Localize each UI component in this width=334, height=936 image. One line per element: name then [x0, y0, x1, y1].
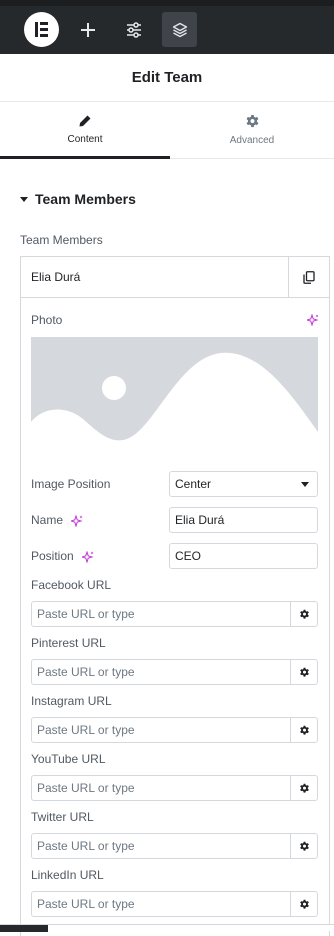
layers-icon	[172, 22, 187, 37]
ai-sparkle-icon[interactable]	[82, 550, 94, 563]
pinterest-url-options-button[interactable]	[290, 659, 318, 685]
image-position-label: Image Position	[31, 477, 111, 491]
twitter-url-label: Twitter URL	[31, 810, 94, 824]
panel-footer	[0, 924, 334, 932]
plus-icon	[80, 22, 95, 37]
repeater-label: Team Members	[20, 233, 103, 247]
position-value: CEO	[175, 549, 202, 563]
copy-icon	[303, 271, 315, 284]
pinterest-url-input[interactable]: Paste URL or type	[31, 659, 291, 685]
site-settings-button[interactable]	[116, 12, 151, 47]
instagram-url-options-button[interactable]	[290, 717, 318, 743]
linkedin-url-input[interactable]: Paste URL or type	[31, 891, 291, 917]
pencil-icon	[79, 115, 91, 127]
pinterest-url-label: Pinterest URL	[31, 636, 106, 650]
instagram-url-input[interactable]: Paste URL or type	[31, 717, 291, 743]
name-label-row: Name	[31, 513, 84, 527]
repeater-item-title: Elia Durá	[31, 270, 81, 284]
image-position-value: Center	[175, 477, 212, 491]
tab-advanced-label: Advanced	[229, 135, 275, 146]
team-members-repeater: Elia Durá Photo Image Position Center Na…	[20, 256, 330, 936]
ai-sparkle-icon[interactable]	[71, 514, 84, 527]
facebook-url-label: Facebook URL	[31, 578, 112, 592]
linkedin-url-label: LinkedIn URL	[31, 868, 104, 882]
sliders-icon	[126, 21, 141, 38]
gear-icon	[299, 841, 309, 851]
section-title: Team Members	[35, 191, 136, 207]
image-position-select[interactable]: Center	[169, 471, 318, 497]
facebook-url-input[interactable]: Paste URL or type	[31, 601, 291, 627]
gear-icon	[246, 114, 258, 128]
gear-icon	[299, 725, 309, 735]
chevron-down-icon	[301, 482, 309, 487]
gear-icon	[299, 783, 309, 793]
youtube-url-placeholder: Paste URL or type	[37, 781, 135, 795]
photo-label: Photo	[31, 313, 63, 327]
toolbar-top-strip	[0, 0, 334, 6]
gear-icon	[299, 609, 309, 619]
page-title: Edit Team	[131, 69, 203, 86]
duplicate-item-button[interactable]	[288, 257, 329, 298]
youtube-url-options-button[interactable]	[290, 775, 318, 801]
twitter-url-placeholder: Paste URL or type	[37, 839, 135, 853]
position-input[interactable]: CEO	[169, 543, 318, 569]
ai-sparkle-icon[interactable]	[307, 314, 319, 326]
name-value: Elia Durá	[175, 513, 225, 527]
instagram-url-placeholder: Paste URL or type	[37, 723, 135, 737]
facebook-url-placeholder: Paste URL or type	[37, 607, 135, 621]
position-label-row: Position	[31, 549, 94, 563]
panel-tabs: Content Advanced	[0, 102, 334, 159]
instagram-url-label: Instagram URL	[31, 694, 112, 708]
caret-down-icon	[20, 196, 28, 202]
name-label: Name	[31, 513, 64, 527]
linkedin-url-placeholder: Paste URL or type	[37, 897, 135, 911]
gear-icon	[299, 667, 309, 677]
tab-content[interactable]: Content	[0, 102, 170, 159]
twitter-url-input[interactable]: Paste URL or type	[31, 833, 291, 859]
youtube-url-label: YouTube URL	[31, 752, 106, 766]
tab-content-label: Content	[67, 134, 103, 145]
name-input[interactable]: Elia Durá	[169, 507, 318, 533]
pinterest-url-placeholder: Paste URL or type	[37, 665, 135, 679]
twitter-url-options-button[interactable]	[290, 833, 318, 859]
add-element-button[interactable]	[70, 12, 105, 47]
linkedin-url-options-button[interactable]	[290, 891, 318, 917]
repeater-item-header[interactable]: Elia Durá	[21, 257, 329, 298]
photo-placeholder[interactable]	[31, 337, 318, 460]
panel-header: Edit Team	[0, 54, 334, 102]
position-label: Position	[31, 549, 74, 563]
image-placeholder-icon	[31, 337, 318, 460]
elementor-logo-icon[interactable]	[24, 12, 59, 47]
top-toolbar	[0, 0, 334, 54]
section-toggle-team-members[interactable]: Team Members	[20, 191, 136, 207]
gear-icon	[299, 899, 309, 909]
tab-advanced[interactable]: Advanced	[170, 102, 334, 159]
youtube-url-input[interactable]: Paste URL or type	[31, 775, 291, 801]
facebook-url-options-button[interactable]	[290, 601, 318, 627]
structure-button[interactable]	[162, 12, 197, 47]
